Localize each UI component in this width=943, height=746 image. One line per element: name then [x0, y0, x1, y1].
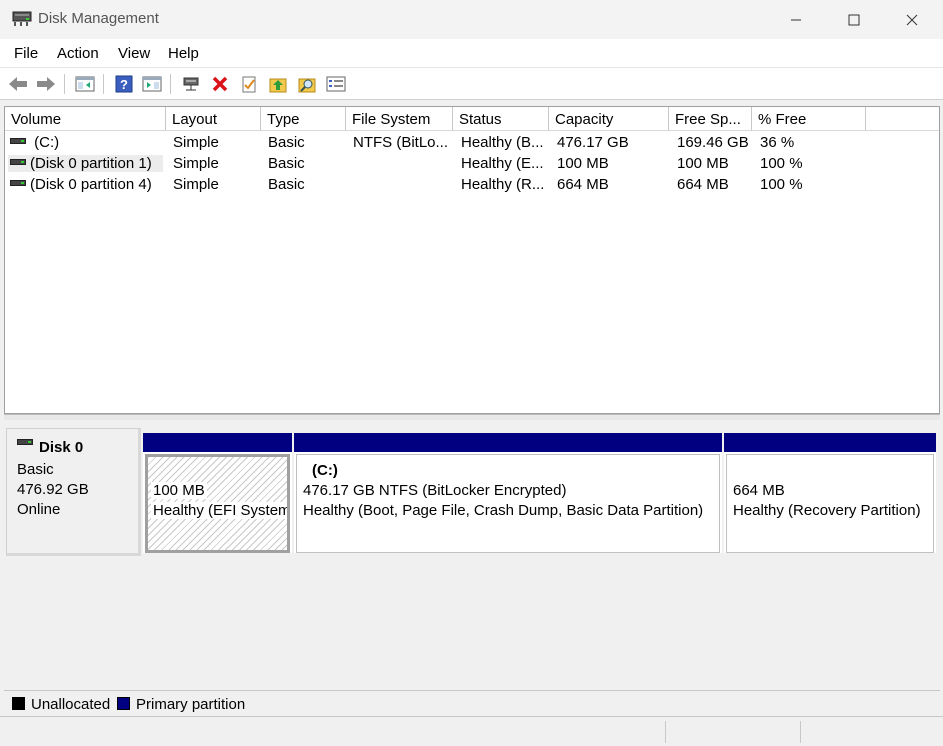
disk-graphical-view: Disk 0 Basic 476.92 GB Online 100 MB Hea… [4, 420, 940, 690]
menu-help[interactable]: Help [168, 45, 199, 62]
column-header-volume[interactable]: Volume [5, 107, 166, 131]
table-row[interactable]: (Disk 0 partition 4) Simple Basic Health… [5, 175, 939, 196]
menu-file[interactable]: File [14, 45, 38, 62]
disk-management-icon [12, 11, 32, 26]
layout-cell: Simple [173, 134, 219, 151]
status-cell: Healthy (R... [461, 176, 545, 193]
column-header-file-system[interactable]: File System [346, 107, 453, 131]
layout-cell: Simple [173, 176, 219, 193]
volume-name: (C:) [34, 134, 60, 151]
column-header-layout[interactable]: Layout [166, 107, 261, 131]
type-cell: Basic [268, 155, 305, 172]
partition-status: Healthy (EFI System [151, 502, 287, 519]
title-bar: Disk Management [0, 0, 943, 39]
volume-list: Volume Layout Type File System Status Ca… [4, 106, 940, 414]
close-button[interactable] [883, 0, 941, 39]
partition-size: 476.17 GB NTFS (BitLocker Encrypted) [303, 482, 567, 499]
capacity-cell: 664 MB [557, 176, 609, 193]
window-title: Disk Management [38, 10, 159, 27]
search-icon [298, 78, 316, 93]
column-header-filler [866, 107, 939, 131]
free-space-cell: 169.46 GB [677, 134, 749, 151]
percent-free-cell: 36 % [760, 134, 795, 151]
import-icon [269, 78, 287, 93]
layout-cell: Simple [173, 155, 219, 172]
maximize-icon [848, 14, 860, 25]
table-row[interactable]: (C:) Simple Basic NTFS (BitLo... Healthy… [5, 133, 939, 154]
disk-icon [17, 439, 33, 446]
volume-name: (Disk 0 partition 4) [30, 176, 152, 193]
list-icon [326, 76, 346, 92]
back-icon [9, 77, 27, 91]
legend: Unallocated Primary partition [4, 690, 940, 716]
partition-name: (C:) [312, 462, 338, 479]
delete-icon [212, 76, 228, 92]
status-cell: Healthy (B... [461, 134, 544, 151]
partition-size: 664 MB [733, 482, 785, 499]
menu-view[interactable]: View [118, 45, 150, 62]
maximize-button[interactable] [825, 0, 883, 39]
percent-free-cell: 100 % [760, 176, 803, 193]
connect-button[interactable] [180, 73, 202, 95]
properties-icon [242, 76, 256, 93]
type-cell: Basic [268, 134, 305, 151]
legend-primary: Primary partition [136, 696, 246, 713]
console-tree-button[interactable] [74, 73, 96, 95]
column-header-status[interactable]: Status [453, 107, 549, 131]
disk-name: Disk 0 [39, 439, 84, 456]
delete-button[interactable] [209, 73, 231, 95]
drive-icon [10, 180, 26, 187]
drive-icon [10, 159, 26, 166]
menu-action[interactable]: Action [57, 45, 99, 62]
partition-size: 100 MB [151, 482, 207, 499]
console-tree-icon [75, 76, 95, 92]
close-icon [906, 14, 918, 25]
column-header-type[interactable]: Type [261, 107, 346, 131]
minimize-button[interactable] [767, 0, 825, 39]
disk-size: 476.92 GB [17, 481, 89, 498]
primary-partition-swatch [117, 697, 130, 710]
column-header-percent-free[interactable]: % Free [752, 107, 866, 131]
free-space-cell: 100 MB [677, 155, 729, 172]
import-button[interactable] [267, 73, 289, 95]
partition-status: Healthy (Boot, Page File, Crash Dump, Ba… [303, 502, 704, 519]
show-hide-pane-icon [142, 76, 162, 92]
partition-c[interactable]: (C:) 476.17 GB NTFS (BitLocker Encrypted… [294, 433, 722, 553]
properties-button[interactable] [238, 73, 260, 95]
partition-recovery[interactable]: 664 MB Healthy (Recovery Partition) [724, 433, 936, 553]
disk-type: Basic [17, 461, 54, 478]
partition-efi[interactable]: 100 MB Healthy (EFI System [143, 433, 292, 553]
toolbar: ? [0, 67, 943, 100]
back-button[interactable] [7, 73, 29, 95]
disk-state: Online [17, 501, 61, 518]
list-button[interactable] [325, 73, 347, 95]
forward-icon [37, 77, 55, 91]
forward-button[interactable] [35, 73, 57, 95]
search-button[interactable] [296, 73, 318, 95]
drive-icon [10, 138, 26, 145]
help-button[interactable]: ? [113, 73, 135, 95]
partition-status: Healthy (Recovery Partition) [733, 502, 921, 519]
capacity-cell: 100 MB [557, 155, 609, 172]
status-bar [0, 716, 943, 746]
free-space-cell: 664 MB [677, 176, 729, 193]
unallocated-swatch [12, 697, 25, 710]
volume-name: (Disk 0 partition 1) [30, 155, 152, 172]
show-hide-pane-button[interactable] [141, 73, 163, 95]
minimize-icon [791, 19, 801, 20]
legend-unallocated: Unallocated [31, 696, 111, 713]
fs-cell: NTFS (BitLo... [353, 134, 448, 151]
disk-0-label[interactable]: Disk 0 Basic 476.92 GB Online [6, 428, 141, 556]
percent-free-cell: 100 % [760, 155, 803, 172]
column-header-capacity[interactable]: Capacity [549, 107, 669, 131]
type-cell: Basic [268, 176, 305, 193]
svg-text:?: ? [120, 77, 128, 92]
connect-icon [183, 77, 199, 91]
table-row[interactable]: (Disk 0 partition 1) Simple Basic Health… [5, 154, 939, 175]
status-cell: Healthy (E... [461, 155, 544, 172]
menu-bar: File Action View Help [0, 39, 943, 67]
column-header-free-space[interactable]: Free Sp... [669, 107, 752, 131]
capacity-cell: 476.17 GB [557, 134, 629, 151]
help-icon: ? [115, 75, 133, 93]
